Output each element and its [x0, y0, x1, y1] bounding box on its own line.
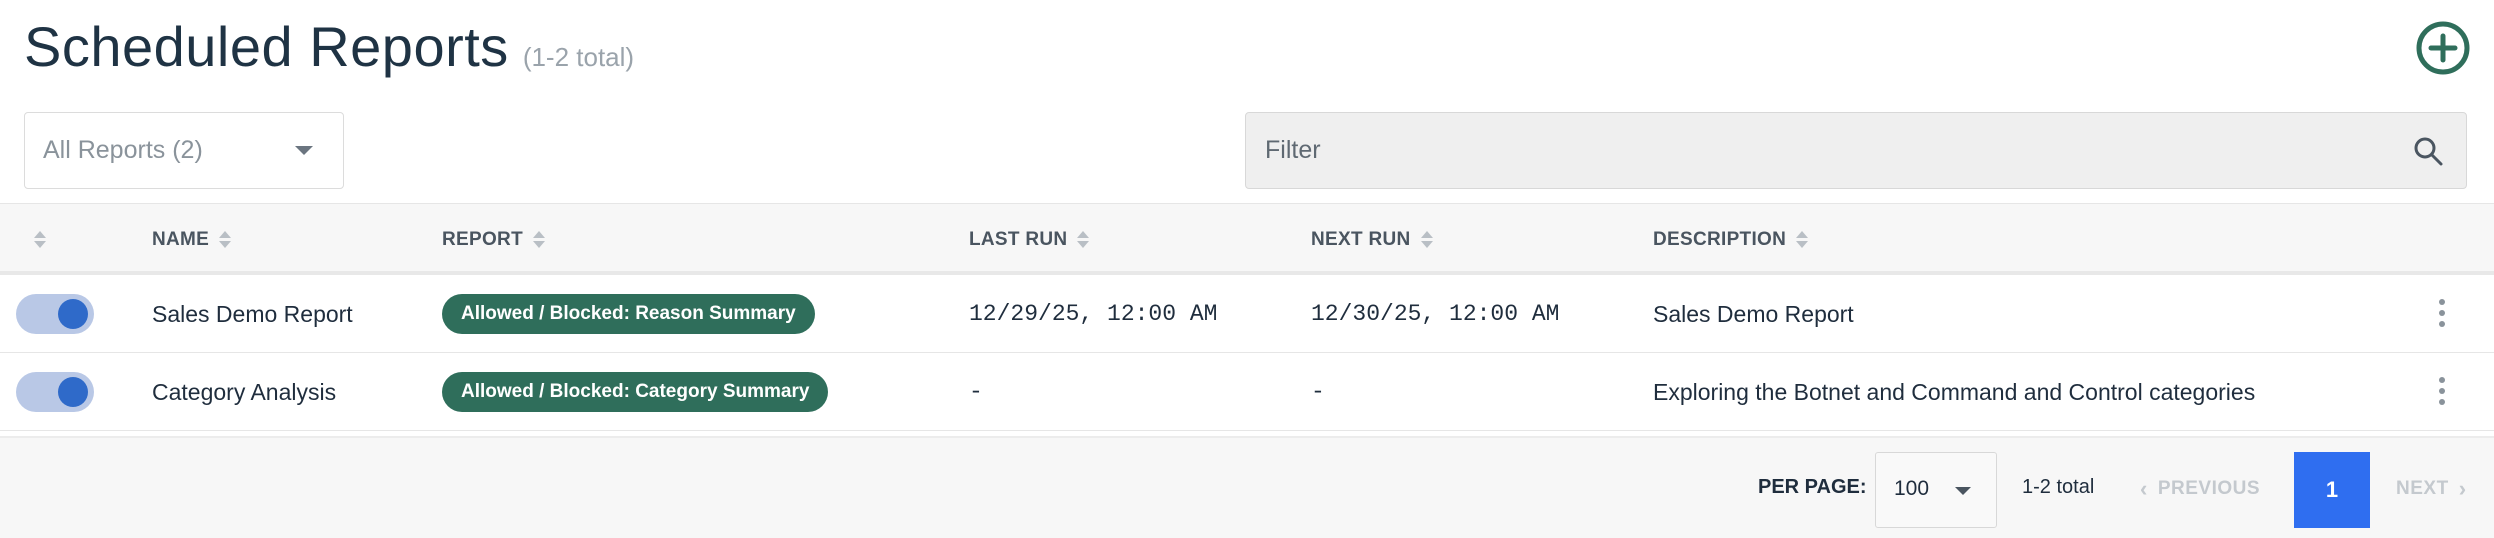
column-header-last-run[interactable]: LAST RUN	[969, 204, 1090, 276]
next-run: 12/30/25, 12:00 AM	[1311, 301, 1560, 327]
caret-down-icon	[295, 146, 313, 155]
table-row: Category Analysis Allowed / Blocked: Cat…	[0, 353, 2494, 431]
column-header-toggle[interactable]	[34, 204, 46, 276]
chevron-right-icon: ›	[2458, 476, 2467, 501]
pagination-total: 1-2 total	[2022, 476, 2095, 498]
last-run: 12/29/25, 12:00 AM	[969, 301, 1218, 327]
enabled-toggle[interactable]	[16, 294, 94, 334]
report-name[interactable]: Sales Demo Report	[152, 275, 353, 353]
per-page-value: 100	[1894, 477, 1930, 500]
report-filter-select[interactable]: All Reports (2)	[24, 112, 344, 189]
search-icon[interactable]	[2412, 135, 2444, 167]
pagination-bar: PER PAGE: 100 1-2 total ‹ PREVIOUS 1 NEX…	[0, 436, 2494, 538]
description: Sales Demo Report	[1653, 300, 1854, 327]
enabled-toggle[interactable]	[16, 372, 94, 412]
report-name[interactable]: Category Analysis	[152, 353, 336, 431]
column-header-report[interactable]: REPORT	[442, 204, 545, 276]
report-type-badge: Allowed / Blocked: Category Summary	[442, 372, 829, 412]
per-page-select[interactable]: 100	[1875, 452, 1997, 528]
report-type-badge: Allowed / Blocked: Reason Summary	[442, 294, 815, 334]
caret-down-icon	[1955, 487, 1971, 495]
add-report-button[interactable]	[2416, 21, 2470, 75]
column-header-label: DESCRIPTION	[1653, 229, 1787, 250]
total-count: (1-2 total)	[522, 42, 635, 72]
kebab-icon[interactable]	[2432, 299, 2452, 331]
last-run: -	[969, 379, 983, 405]
column-header-name[interactable]: NAME	[152, 204, 232, 276]
toggle-knob	[58, 299, 88, 329]
column-header-next-run[interactable]: NEXT RUN	[1311, 204, 1433, 276]
page-title: Scheduled Reports	[24, 15, 509, 78]
column-header-label: REPORT	[442, 229, 523, 250]
kebab-icon[interactable]	[2432, 377, 2452, 409]
sort-icon	[532, 231, 545, 249]
column-header-description[interactable]: DESCRIPTION	[1653, 204, 1809, 276]
sort-icon	[219, 231, 232, 249]
chevron-left-icon: ‹	[2140, 476, 2148, 501]
sort-icon	[1420, 231, 1433, 249]
plus-circle-icon	[2416, 21, 2470, 75]
reports-table: NAME REPORT LAST RUN NEXT RUN DESCRIPTIO…	[0, 203, 2494, 431]
previous-label: PREVIOUS	[2157, 478, 2261, 499]
next-label: NEXT	[2396, 478, 2449, 499]
per-page-label: PER PAGE:	[1758, 476, 1867, 498]
toggle-knob	[58, 377, 88, 407]
filter-box	[1245, 112, 2467, 189]
next-page-button[interactable]: NEXT ›	[2396, 476, 2467, 502]
report-filter-label: All Reports (2)	[43, 136, 203, 164]
next-run: -	[1311, 379, 1325, 405]
filter-input[interactable]	[1246, 113, 2346, 188]
description: Exploring the Botnet and Command and Con…	[1653, 378, 2256, 405]
table-header: NAME REPORT LAST RUN NEXT RUN DESCRIPTIO…	[0, 203, 2494, 275]
sort-icon	[1796, 231, 1809, 249]
page-button[interactable]: 1	[2294, 452, 2370, 528]
sort-icon	[34, 231, 46, 249]
table-row: Sales Demo Report Allowed / Blocked: Rea…	[0, 275, 2494, 353]
column-header-label: LAST RUN	[969, 229, 1068, 250]
column-header-label: NAME	[152, 229, 210, 250]
previous-page-button[interactable]: ‹ PREVIOUS	[2140, 476, 2260, 502]
page-header: Scheduled Reports (1-2 total)	[24, 14, 634, 79]
column-header-label: NEXT RUN	[1311, 229, 1411, 250]
sort-icon	[1077, 231, 1090, 249]
